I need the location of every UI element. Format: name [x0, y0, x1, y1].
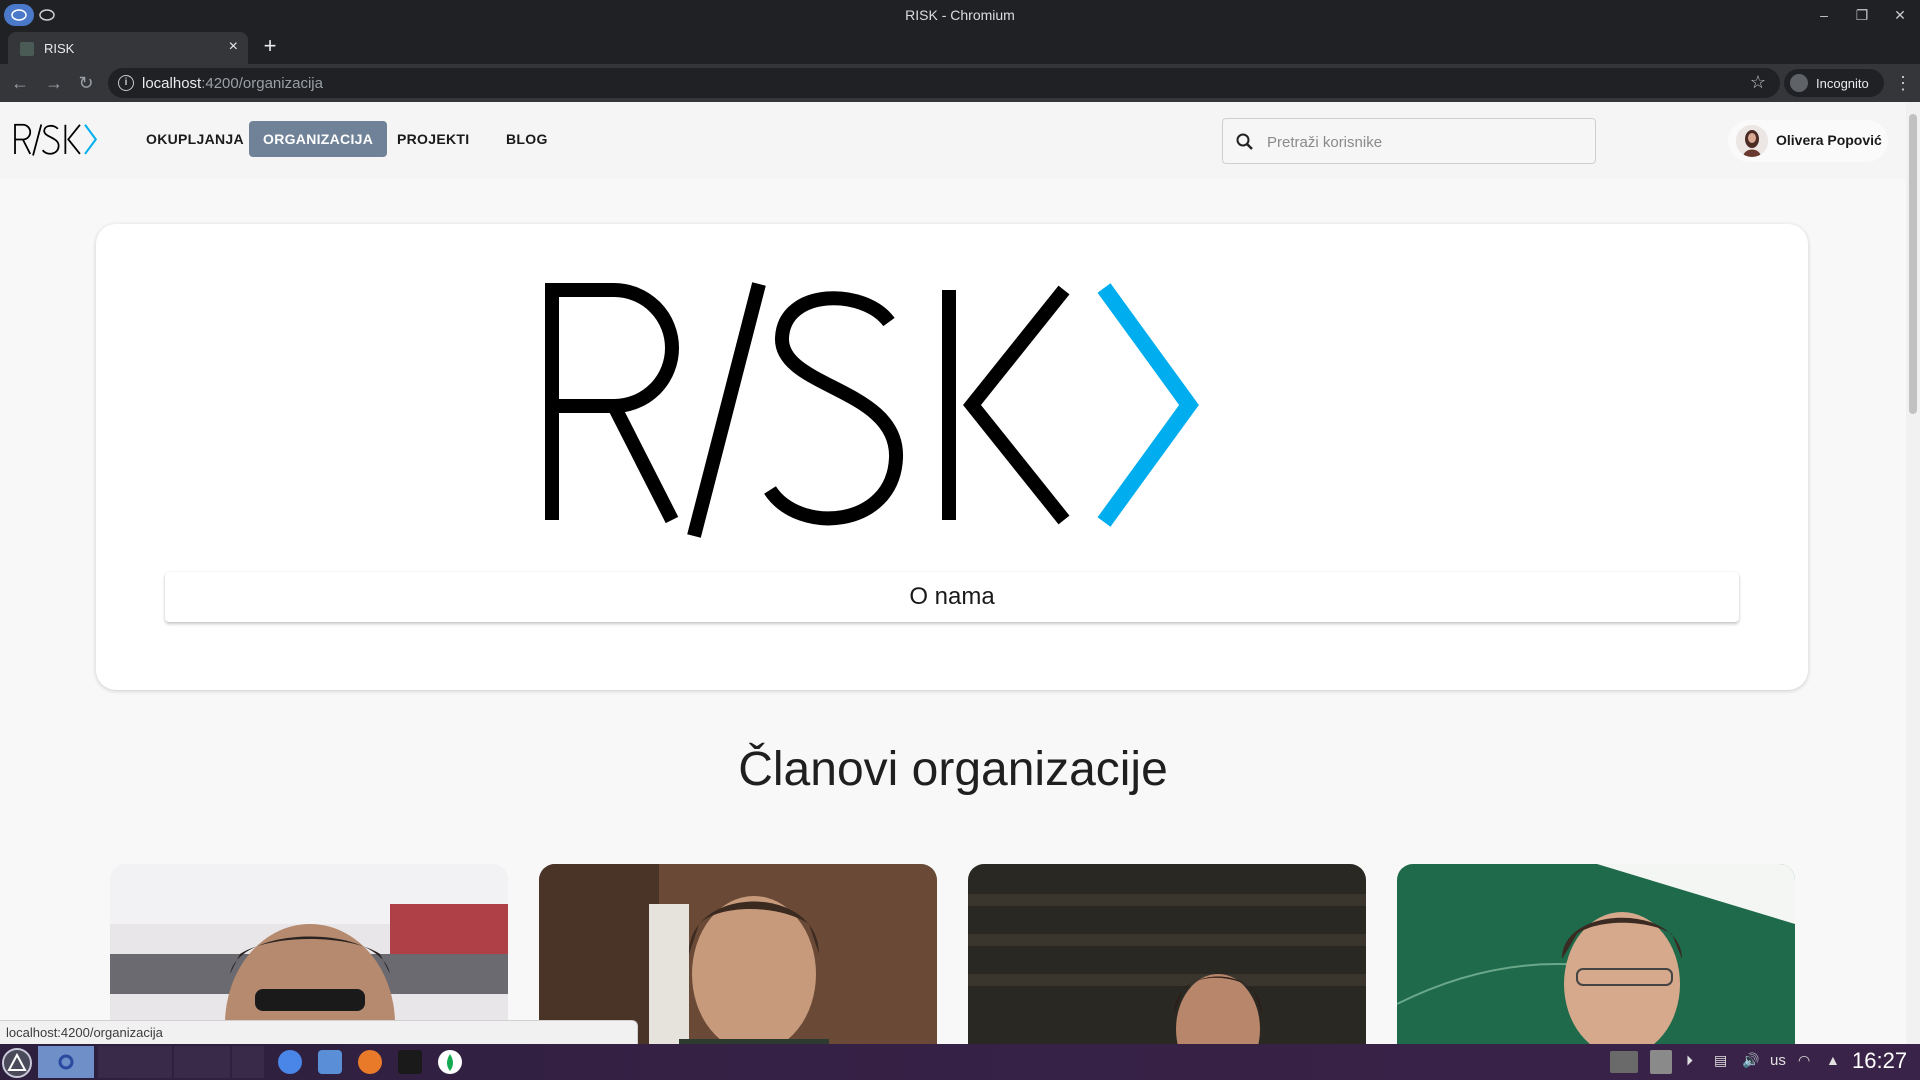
favicon-icon: [20, 42, 34, 56]
keyboard-layout[interactable]: us: [1770, 1052, 1786, 1069]
clipboard-icon[interactable]: ▤: [1714, 1052, 1727, 1069]
member-card[interactable]: [1397, 864, 1795, 1044]
taskbar-window[interactable]: [98, 1046, 172, 1078]
wifi-icon[interactable]: ◠: [1798, 1052, 1810, 1069]
risk-logo[interactable]: [14, 120, 118, 160]
close-icon[interactable]: ✕: [1889, 4, 1911, 26]
risk-logo-large: [545, 282, 1199, 538]
about-us-button[interactable]: O nama: [165, 572, 1739, 622]
user-search[interactable]: [1222, 118, 1596, 164]
page-scrollbar[interactable]: [1906, 102, 1920, 1044]
mongodb-icon[interactable]: [438, 1050, 462, 1074]
screen-icon[interactable]: [1610, 1051, 1638, 1073]
reload-icon[interactable]: ↻: [76, 73, 96, 93]
clock[interactable]: 16:27: [1852, 1048, 1907, 1074]
avatar: [1736, 125, 1768, 157]
browser-tab[interactable]: RISK ×: [8, 32, 248, 64]
incognito-icon: [1790, 74, 1808, 92]
member-card[interactable]: [539, 864, 937, 1044]
forward-icon[interactable]: →: [44, 73, 64, 93]
user-chip[interactable]: Olivera Popović: [1728, 120, 1888, 162]
nav-projekti[interactable]: PROJEKTI: [383, 121, 483, 157]
member-photo: [968, 864, 1366, 1044]
nav-blog[interactable]: BLOG: [492, 121, 562, 157]
taskbar-window-active[interactable]: [38, 1046, 94, 1078]
window-titlebar: RISK - Chromium – ❐ ✕: [0, 0, 1920, 30]
hero-card: O nama: [96, 224, 1808, 690]
tab-title: RISK: [44, 41, 75, 56]
tab-close-icon[interactable]: ×: [229, 38, 238, 56]
app-header: OKUPLJANJA ORGANIZACIJA PROJEKTI BLOG O: [0, 102, 1906, 178]
search-icon: [1236, 133, 1253, 150]
terminal-icon[interactable]: [398, 1050, 422, 1074]
status-bar-url: localhost:4200/organizacija: [0, 1020, 638, 1044]
nav-okupljanja[interactable]: OKUPLJANJA: [132, 121, 258, 157]
member-card[interactable]: [110, 864, 508, 1044]
file-manager-icon[interactable]: [318, 1050, 342, 1074]
media-icon[interactable]: ⏵: [1686, 1052, 1693, 1069]
member-photo: [110, 864, 508, 1044]
nav-organizacija[interactable]: ORGANIZACIJA: [249, 121, 388, 157]
scrollbar-thumb[interactable]: [1909, 114, 1917, 414]
minimize-icon[interactable]: –: [1813, 4, 1835, 26]
taskbar-window[interactable]: [232, 1046, 264, 1078]
search-input[interactable]: [1267, 130, 1577, 154]
members-section-title: Članovi organizacije: [738, 743, 1168, 796]
trash-icon[interactable]: [1650, 1050, 1672, 1074]
chromium-icon[interactable]: [278, 1050, 302, 1074]
new-tab-button[interactable]: +: [258, 33, 282, 59]
tab-strip: RISK ×: [0, 30, 1920, 64]
os-taskbar: ⏵ ▤ 🔊 us ◠ ▲ 16:27: [0, 1044, 1920, 1080]
browser-toolbar: ← → ↻ i localhost:4200/organizacija ☆ In…: [0, 64, 1920, 102]
start-menu-icon[interactable]: [2, 1048, 32, 1078]
star-icon[interactable]: ☆: [1750, 72, 1766, 93]
restore-icon[interactable]: ❐: [1851, 4, 1873, 26]
member-photo: [539, 864, 937, 1044]
url-text[interactable]: localhost:4200/organizacija: [142, 75, 323, 92]
taskbar-window[interactable]: [174, 1046, 230, 1078]
incognito-label: Incognito: [1816, 76, 1869, 91]
firefox-icon[interactable]: [358, 1050, 382, 1074]
info-icon[interactable]: i: [118, 75, 134, 91]
address-bar[interactable]: i localhost:4200/organizacija ☆: [108, 68, 1780, 98]
back-icon[interactable]: ←: [10, 73, 30, 93]
user-name: Olivera Popović: [1776, 132, 1882, 148]
member-card[interactable]: [968, 864, 1366, 1044]
tray-expand-icon[interactable]: ▲: [1826, 1052, 1840, 1068]
member-photo: [1397, 864, 1795, 1044]
menu-icon[interactable]: ⋮: [1894, 73, 1912, 94]
incognito-badge[interactable]: Incognito: [1784, 69, 1884, 97]
volume-icon[interactable]: 🔊: [1742, 1052, 1759, 1069]
page-viewport: OKUPLJANJA ORGANIZACIJA PROJEKTI BLOG O: [0, 102, 1920, 1044]
window-title: RISK - Chromium: [905, 7, 1015, 23]
